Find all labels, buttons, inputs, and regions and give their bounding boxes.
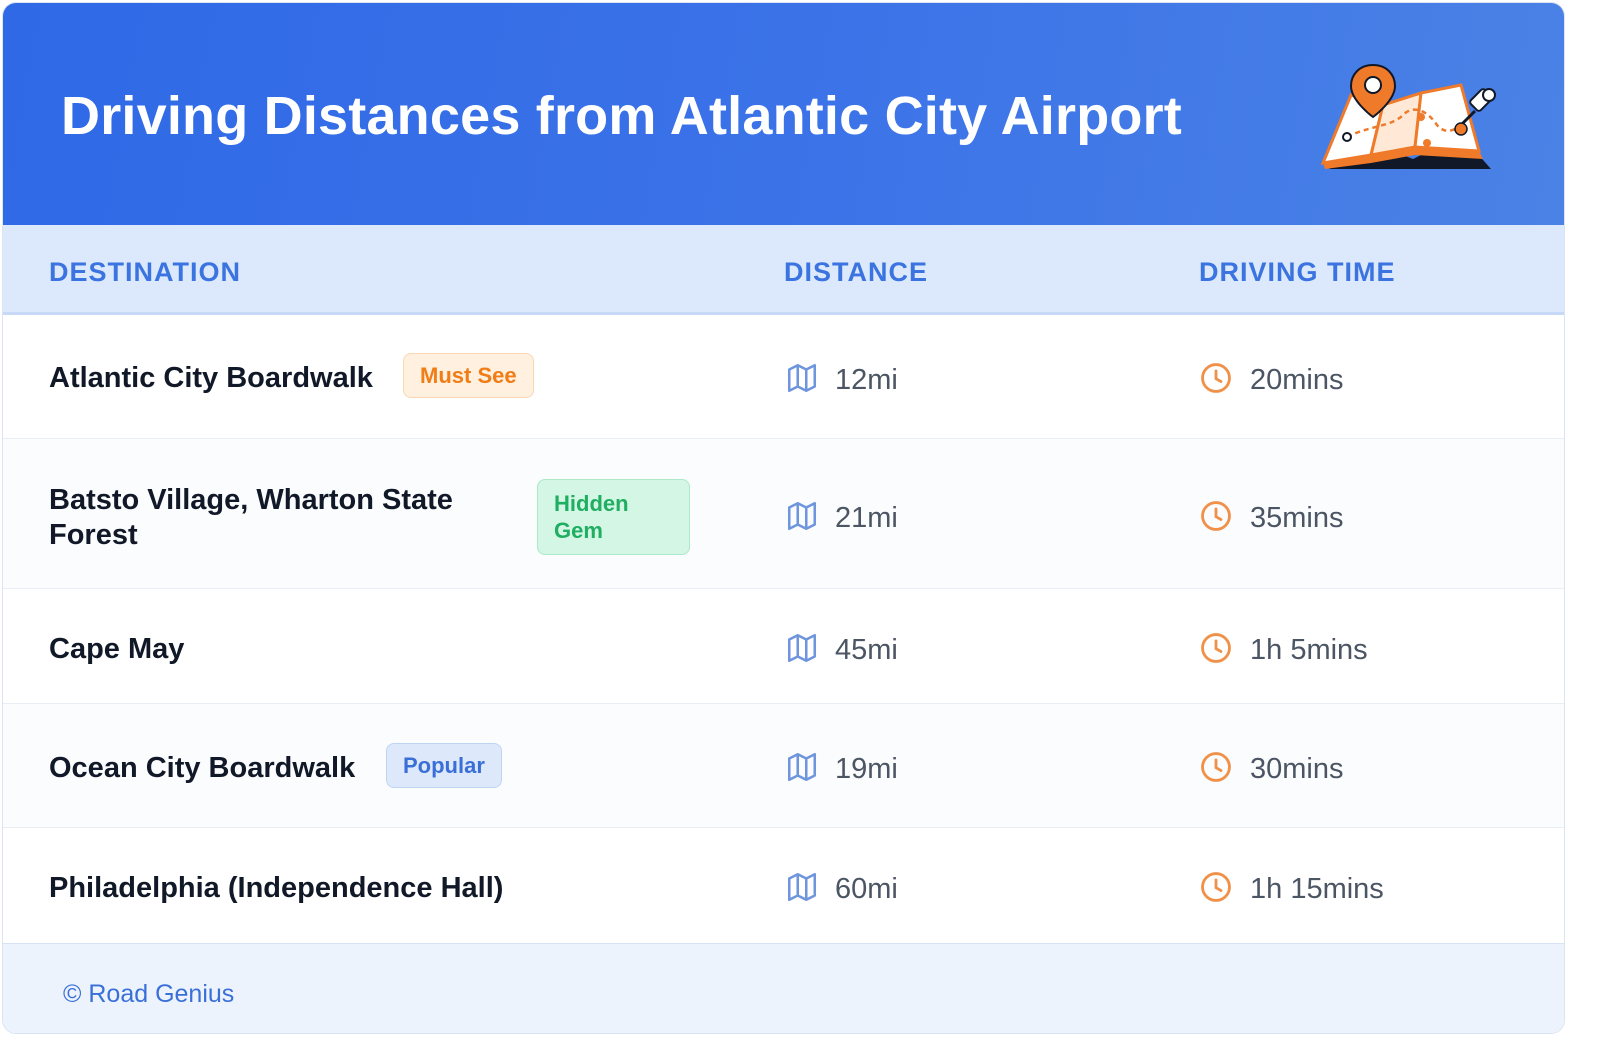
page-title: Driving Distances from Atlantic City Air… — [61, 86, 1182, 146]
clock-icon — [1201, 752, 1231, 782]
distances-card: Driving Distances from Atlantic City Air… — [2, 2, 1565, 1034]
map-icon — [787, 501, 817, 531]
destination-name: Ocean City Boardwalk — [49, 752, 356, 784]
time-value: 30mins — [1250, 753, 1344, 785]
distance-value: 45mi — [835, 634, 898, 666]
table-row: Philadelphia (Independence Hall) 60mi 1h… — [3, 828, 1564, 943]
destination-name: Cape May — [49, 633, 185, 665]
clock-icon — [1201, 501, 1231, 531]
column-header-distance: DISTANCE — [784, 257, 929, 287]
column-header-driving-time: DRIVING TIME — [1199, 257, 1396, 287]
time-value: 1h 15mins — [1250, 873, 1384, 905]
table-row: Ocean City Boardwalk Popular 19mi 30mins — [3, 704, 1564, 828]
map-with-pins-icon — [1320, 63, 1496, 169]
status-badge: Popular — [386, 743, 502, 788]
table-header: DESTINATION DISTANCE DRIVING TIME — [3, 225, 1564, 315]
clock-icon — [1201, 633, 1231, 663]
map-icon — [787, 752, 817, 782]
destination-name: Philadelphia (Independence Hall) — [49, 872, 504, 904]
table-row: Batsto Village, Wharton State Forest Hid… — [3, 439, 1564, 589]
map-icon — [787, 363, 817, 393]
table-row: Cape May 45mi 1h 5mins — [3, 589, 1564, 704]
destination-name: Batsto Village, Wharton State Forest — [49, 484, 453, 551]
distance-value: 21mi — [835, 502, 898, 534]
column-header-destination: DESTINATION — [49, 257, 241, 287]
status-badge: Hidden Gem — [537, 479, 690, 555]
distance-value: 60mi — [835, 873, 898, 905]
destination-name: Atlantic City Boardwalk — [49, 362, 373, 394]
distance-value: 12mi — [835, 364, 898, 396]
table-row: Atlantic City Boardwalk Must See 12mi 20… — [3, 315, 1564, 439]
time-value: 35mins — [1250, 502, 1344, 534]
header-banner: Driving Distances from Atlantic City Air… — [3, 3, 1564, 225]
map-icon — [787, 633, 817, 663]
footer-credit-link[interactable]: © Road Genius — [63, 980, 234, 1009]
clock-icon — [1201, 363, 1231, 393]
status-badge: Must See — [403, 353, 534, 398]
distance-value: 19mi — [835, 753, 898, 785]
footer: © Road Genius — [3, 943, 1564, 1033]
time-value: 20mins — [1250, 364, 1344, 396]
clock-icon — [1201, 872, 1231, 902]
time-value: 1h 5mins — [1250, 634, 1368, 666]
map-icon — [787, 872, 817, 902]
